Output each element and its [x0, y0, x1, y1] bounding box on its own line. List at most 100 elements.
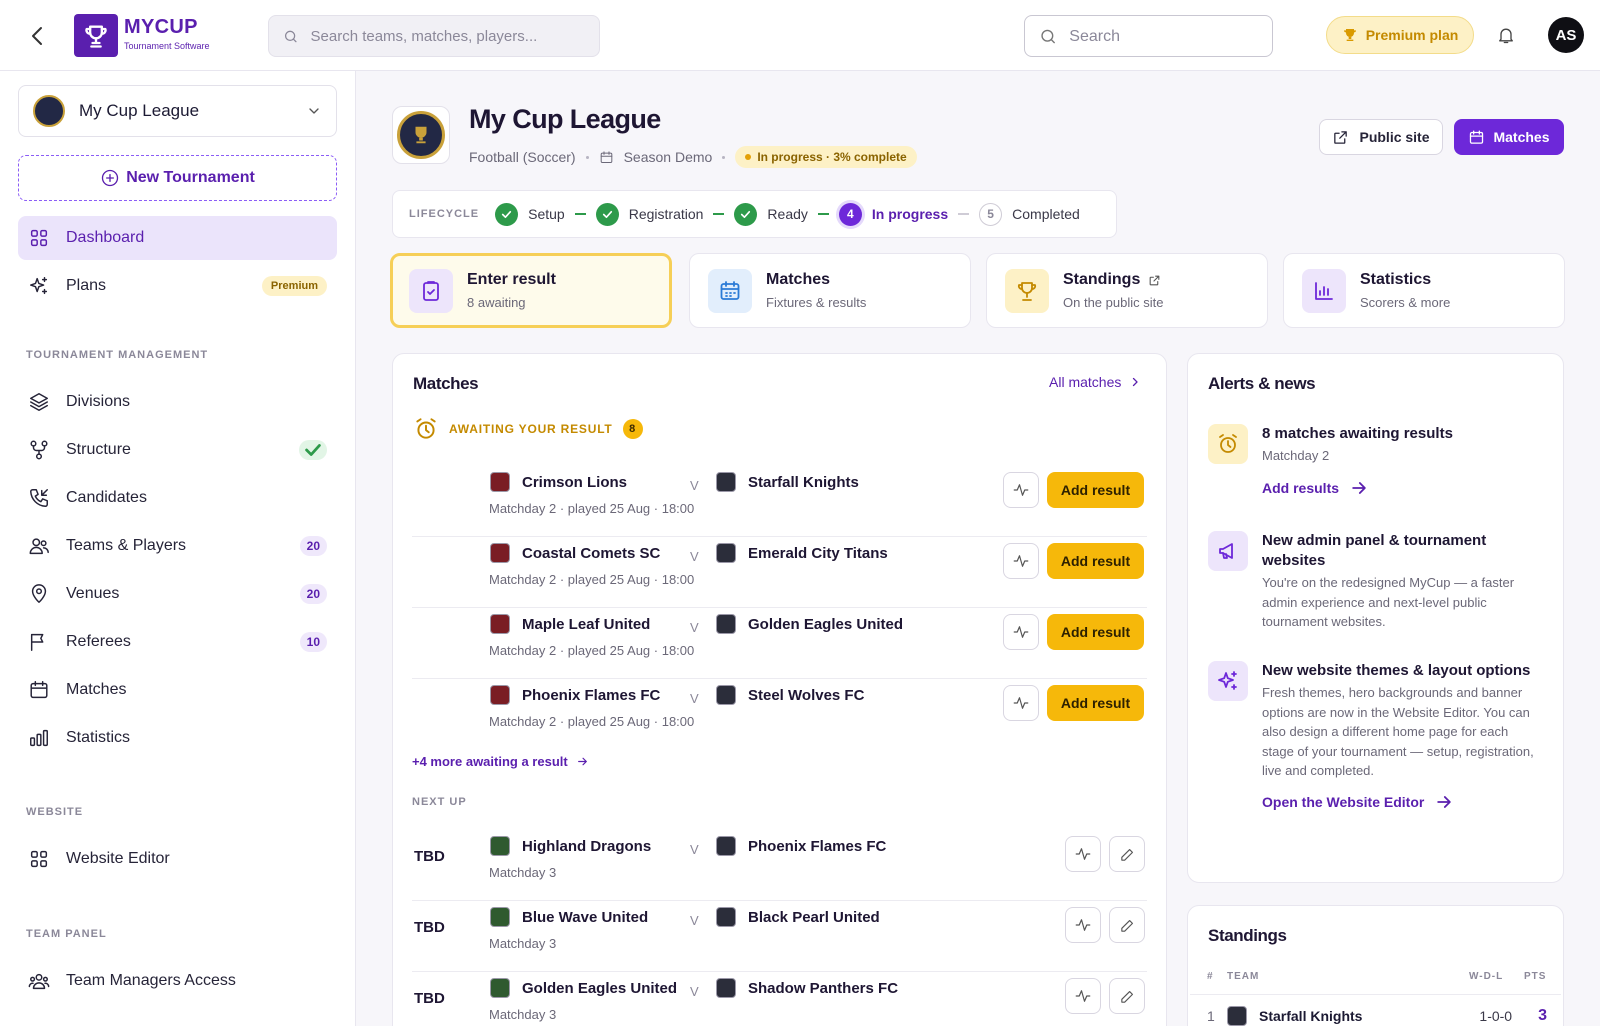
- versus-label: V: [690, 478, 699, 493]
- pencil-icon: [1120, 990, 1133, 1003]
- search-input[interactable]: [1069, 27, 1272, 45]
- step-completed[interactable]: Completed: [1012, 206, 1080, 222]
- match-stats-button[interactable]: [1003, 543, 1039, 579]
- versus-label: V: [690, 620, 699, 635]
- matches-button[interactable]: Matches: [1454, 119, 1564, 155]
- sidebar-item-venues[interactable]: Venues 20: [18, 572, 337, 616]
- next-up-label: NEXT UP: [412, 796, 467, 808]
- check-icon: [595, 202, 619, 226]
- away-team: Golden Eagles United: [716, 614, 903, 634]
- bar-chart-icon: [1302, 268, 1346, 313]
- add-result-button[interactable]: Add result: [1047, 685, 1144, 721]
- card-title: Statistics: [1360, 271, 1432, 288]
- team-name: Starfall Knights: [1259, 1008, 1363, 1024]
- match-row[interactable]: Phoenix Flames FC V Steel Wolves FC Matchda…: [412, 679, 1147, 750]
- count-badge: 20: [299, 536, 327, 556]
- match-row[interactable]: TBD Highland Dragons V Phoenix Flames FC Mat…: [412, 830, 1147, 901]
- step-in-progress[interactable]: In progress: [872, 206, 948, 222]
- sidebar-item-statistics[interactable]: Statistics: [18, 716, 337, 760]
- check-icon: [299, 440, 327, 460]
- public-site-button[interactable]: Public site: [1319, 119, 1443, 155]
- trophy-logo-icon[interactable]: [74, 14, 118, 57]
- user-avatar[interactable]: AS: [1548, 17, 1584, 53]
- add-result-button[interactable]: Add result: [1047, 472, 1144, 508]
- match-stats-button[interactable]: [1003, 472, 1039, 508]
- more-awaiting-link[interactable]: +4 more awaiting a result: [412, 754, 589, 769]
- sidebar-item-label: Referees: [66, 633, 131, 650]
- standings-row[interactable]: 1 Starfall Knights 1-0-0 3: [1207, 1006, 1547, 1026]
- league-selector[interactable]: My Cup League: [18, 85, 337, 137]
- sport-label: Football (Soccer): [469, 149, 576, 165]
- sidebar-item-candidates[interactable]: Candidates: [18, 476, 337, 520]
- home-team: Golden Eagles United: [490, 978, 677, 998]
- matches-card[interactable]: Matches Fixtures & results: [689, 253, 971, 328]
- new-tournament-button[interactable]: New Tournament: [18, 155, 337, 201]
- open-website-editor-link[interactable]: Open the Website Editor: [1262, 792, 1538, 812]
- activity-icon: [1075, 919, 1091, 931]
- sidebar-item-website-editor[interactable]: Website Editor: [18, 837, 337, 881]
- back-arrow-icon[interactable]: [26, 24, 50, 48]
- sparkles-icon: [30, 277, 48, 295]
- public-site-label: Public site: [1359, 129, 1430, 145]
- search-box[interactable]: [1024, 15, 1273, 57]
- team-logo: [490, 907, 510, 927]
- enter-result-card[interactable]: Enter result 8 awaiting: [390, 253, 672, 328]
- standings-card[interactable]: Standings On the public site: [986, 253, 1268, 328]
- sidebar-item-referees[interactable]: Referees 10: [18, 620, 337, 664]
- alert-body: You're on the redesigned MyCup — a faste…: [1262, 575, 1515, 629]
- global-search[interactable]: [268, 15, 600, 57]
- card-subtitle: Scorers & more: [1360, 295, 1451, 310]
- card-title: Standings: [1063, 271, 1163, 289]
- sidebar-item-divisions[interactable]: Divisions: [18, 380, 337, 424]
- match-row[interactable]: Coastal Comets SC V Emerald City Titans Mat…: [412, 537, 1147, 608]
- statistics-card[interactable]: Statistics Scorers & more: [1283, 253, 1565, 328]
- arrow-right-icon: [1437, 795, 1452, 808]
- step-ready[interactable]: Ready: [767, 206, 807, 222]
- match-details: Matchday 2 · played 25 Aug · 18:00: [489, 572, 695, 587]
- global-search-input[interactable]: [310, 27, 599, 45]
- sidebar-item-dashboard[interactable]: Dashboard: [18, 216, 337, 260]
- edit-match-button[interactable]: [1109, 978, 1145, 1014]
- sidebar-item-matches[interactable]: Matches: [18, 668, 337, 712]
- add-result-button[interactable]: Add result: [1047, 614, 1144, 650]
- home-team: Maple Leaf United: [490, 614, 650, 634]
- edit-match-button[interactable]: [1109, 836, 1145, 872]
- sidebar-item-plans[interactable]: Plans Premium: [18, 264, 337, 308]
- team-logo: [716, 543, 736, 563]
- calendar-icon: [1470, 129, 1484, 144]
- all-matches-link[interactable]: All matches: [1049, 374, 1141, 390]
- users-icon: [29, 538, 49, 555]
- top-bar: MYCUP Tournament Software Premium plan A…: [0, 0, 1600, 71]
- edit-match-button[interactable]: [1109, 907, 1145, 943]
- match-row[interactable]: TBD Golden Eagles United V Shadow Panthers …: [412, 972, 1147, 1026]
- match-stats-button[interactable]: [1065, 907, 1101, 943]
- step-setup[interactable]: Setup: [528, 206, 565, 222]
- matches-button-label: Matches: [1493, 129, 1550, 145]
- team-logo: [490, 685, 510, 705]
- card-title: Enter result: [467, 271, 556, 288]
- match-row[interactable]: Crimson Lions V Starfall Knights Matchday 2…: [412, 466, 1147, 537]
- match-stats-button[interactable]: [1065, 836, 1101, 872]
- section-website: WEBSITE: [26, 806, 84, 818]
- alarm-clock-icon: [1208, 424, 1248, 464]
- match-stats-button[interactable]: [1003, 685, 1039, 721]
- chevron-right-icon: [1133, 377, 1138, 387]
- team-logo: [490, 836, 510, 856]
- match-stats-button[interactable]: [1003, 614, 1039, 650]
- alerts-panel-title: Alerts & news: [1208, 374, 1316, 393]
- away-team: Starfall Knights: [716, 472, 859, 492]
- card-subtitle: On the public site: [1063, 295, 1164, 310]
- sidebar-item-teams-players[interactable]: Teams & Players 20: [18, 524, 337, 568]
- sidebar-item-structure[interactable]: Structure: [18, 428, 337, 472]
- sidebar-item-team-managers[interactable]: Team Managers Access: [18, 959, 337, 1003]
- step-number: 4: [838, 202, 862, 226]
- step-registration[interactable]: Registration: [629, 206, 704, 222]
- match-row[interactable]: TBD Blue Wave United V Black Pearl United Ma…: [412, 901, 1147, 972]
- premium-plan-button[interactable]: Premium plan: [1326, 16, 1474, 54]
- add-result-button[interactable]: Add result: [1047, 543, 1144, 579]
- home-team: Crimson Lions: [490, 472, 627, 492]
- match-row[interactable]: Maple Leaf United V Golden Eagles United Ma…: [412, 608, 1147, 679]
- add-results-link[interactable]: Add results: [1262, 478, 1453, 498]
- bell-icon[interactable]: [1496, 24, 1516, 46]
- match-stats-button[interactable]: [1065, 978, 1101, 1014]
